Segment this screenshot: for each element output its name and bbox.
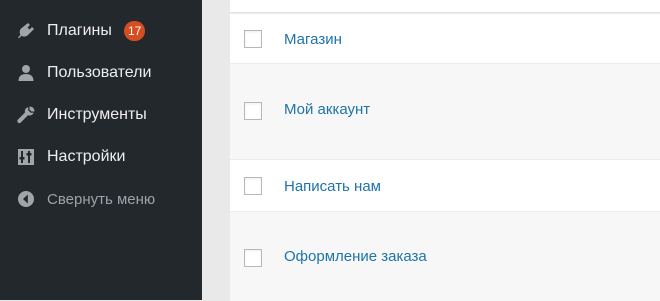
collapse-menu-button[interactable]: Свернуть меню [0,178,202,220]
sidebar-item-users[interactable]: Пользователи [0,52,202,94]
settings-icon [14,145,38,169]
sidebar-item-label: Инструменты [47,106,147,123]
collapse-menu-label: Свернуть меню [47,190,156,208]
sidebar-item-label: Плагины [47,22,112,39]
collapse-arrow-icon [14,187,38,211]
wrench-icon [14,103,38,127]
admin-sidebar: Плагины 17 Пользователи Инструменты Наст… [0,0,202,300]
table-row: Написать нам [230,159,660,212]
content-gutter [202,0,230,300]
table-row: Магазин [230,13,660,64]
sidebar-item-plugins[interactable]: Плагины 17 [0,10,202,52]
plugin-icon [14,19,38,43]
sidebar-item-label: Настройки [47,148,126,165]
table-row: Мой аккаунт [230,63,660,160]
update-count-badge: 17 [124,21,146,41]
sidebar-item-label: Пользователи [47,64,152,81]
user-icon [14,61,38,85]
sidebar-item-tools[interactable]: Инструменты [0,94,202,136]
table-row: Оформление заказа [230,211,660,301]
row-checkbox[interactable] [244,30,262,48]
pages-list: Магазин Мой аккаунт Написать нам Оформле… [230,0,660,301]
table-row [230,0,660,13]
page-title-link[interactable]: Магазин [284,31,342,48]
page-title-link[interactable]: Оформление заказа [284,248,427,265]
row-checkbox[interactable] [244,102,262,120]
row-checkbox[interactable] [244,177,262,195]
row-checkbox[interactable] [244,249,262,267]
page-title-link[interactable]: Мой аккаунт [284,101,370,118]
sidebar-item-settings[interactable]: Настройки [0,136,202,178]
page-title-link[interactable]: Написать нам [284,178,381,195]
